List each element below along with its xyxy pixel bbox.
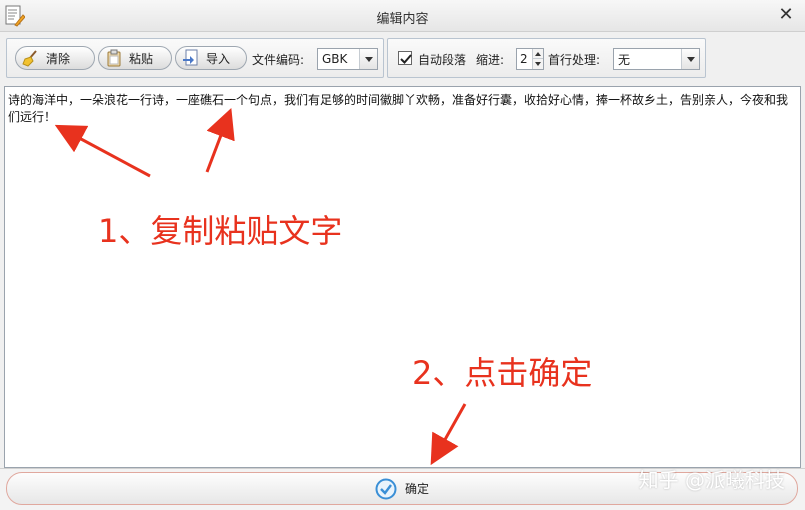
annotation-step1: 1、复制粘贴文字 — [98, 212, 343, 250]
import-button-label: 导入 — [206, 51, 231, 66]
import-file-icon — [182, 49, 200, 67]
stepper-up-icon[interactable] — [532, 49, 543, 59]
indent-value: 2 — [520, 52, 528, 66]
first-line-select[interactable]: 无 — [613, 48, 700, 70]
encoding-value: GBK — [322, 52, 348, 66]
toolbar-group-file: 清除 粘贴 导入 文件编码: GBK — [6, 38, 384, 78]
clear-button-label: 清除 — [46, 51, 71, 66]
editor-text[interactable]: 诗的海洋中，一朵浪花一行诗，一座礁石一个句点，我们有足够的时间徽脚丫欢畅，准备好… — [8, 92, 796, 126]
chevron-down-icon[interactable] — [359, 49, 377, 69]
indent-stepper[interactable]: 2 — [516, 48, 544, 70]
title-bar: 编辑内容 ✕ — [0, 0, 805, 32]
chevron-down-icon[interactable] — [681, 49, 699, 69]
window-title: 编辑内容 — [376, 12, 429, 27]
import-button[interactable]: 导入 — [175, 46, 247, 70]
indent-label: 缩进: — [476, 53, 505, 67]
paste-button-label: 粘贴 — [129, 51, 154, 66]
first-line-value: 无 — [618, 52, 631, 67]
encoding-label: 文件编码: — [252, 53, 305, 67]
paste-button[interactable]: 粘贴 — [98, 46, 172, 70]
watermark: 知乎 @派曦科技 — [638, 468, 785, 492]
close-button[interactable]: ✕ — [777, 6, 795, 24]
first-line-label: 首行处理: — [548, 53, 601, 67]
checkmark-icon — [400, 54, 412, 64]
encoding-select[interactable]: GBK — [317, 48, 378, 70]
stepper-down-icon[interactable] — [532, 59, 543, 69]
annotation-step2: 2、点击确定 — [412, 354, 593, 392]
confirm-button-label: 确定 — [404, 482, 429, 496]
broom-icon — [22, 49, 40, 67]
content-editor[interactable]: 诗的海洋中，一朵浪花一行诗，一座礁石一个句点，我们有足够的时间徽脚丫欢畅，准备好… — [4, 86, 801, 468]
clipboard-icon — [105, 49, 123, 67]
toolbar-group-format: 自动段落 缩进: 2 首行处理: 无 — [387, 38, 706, 78]
confirm-check-icon — [375, 478, 397, 500]
clear-button[interactable]: 清除 — [15, 46, 95, 70]
auto-paragraph-label: 自动段落 — [418, 53, 467, 67]
auto-paragraph-checkbox[interactable] — [398, 51, 412, 65]
